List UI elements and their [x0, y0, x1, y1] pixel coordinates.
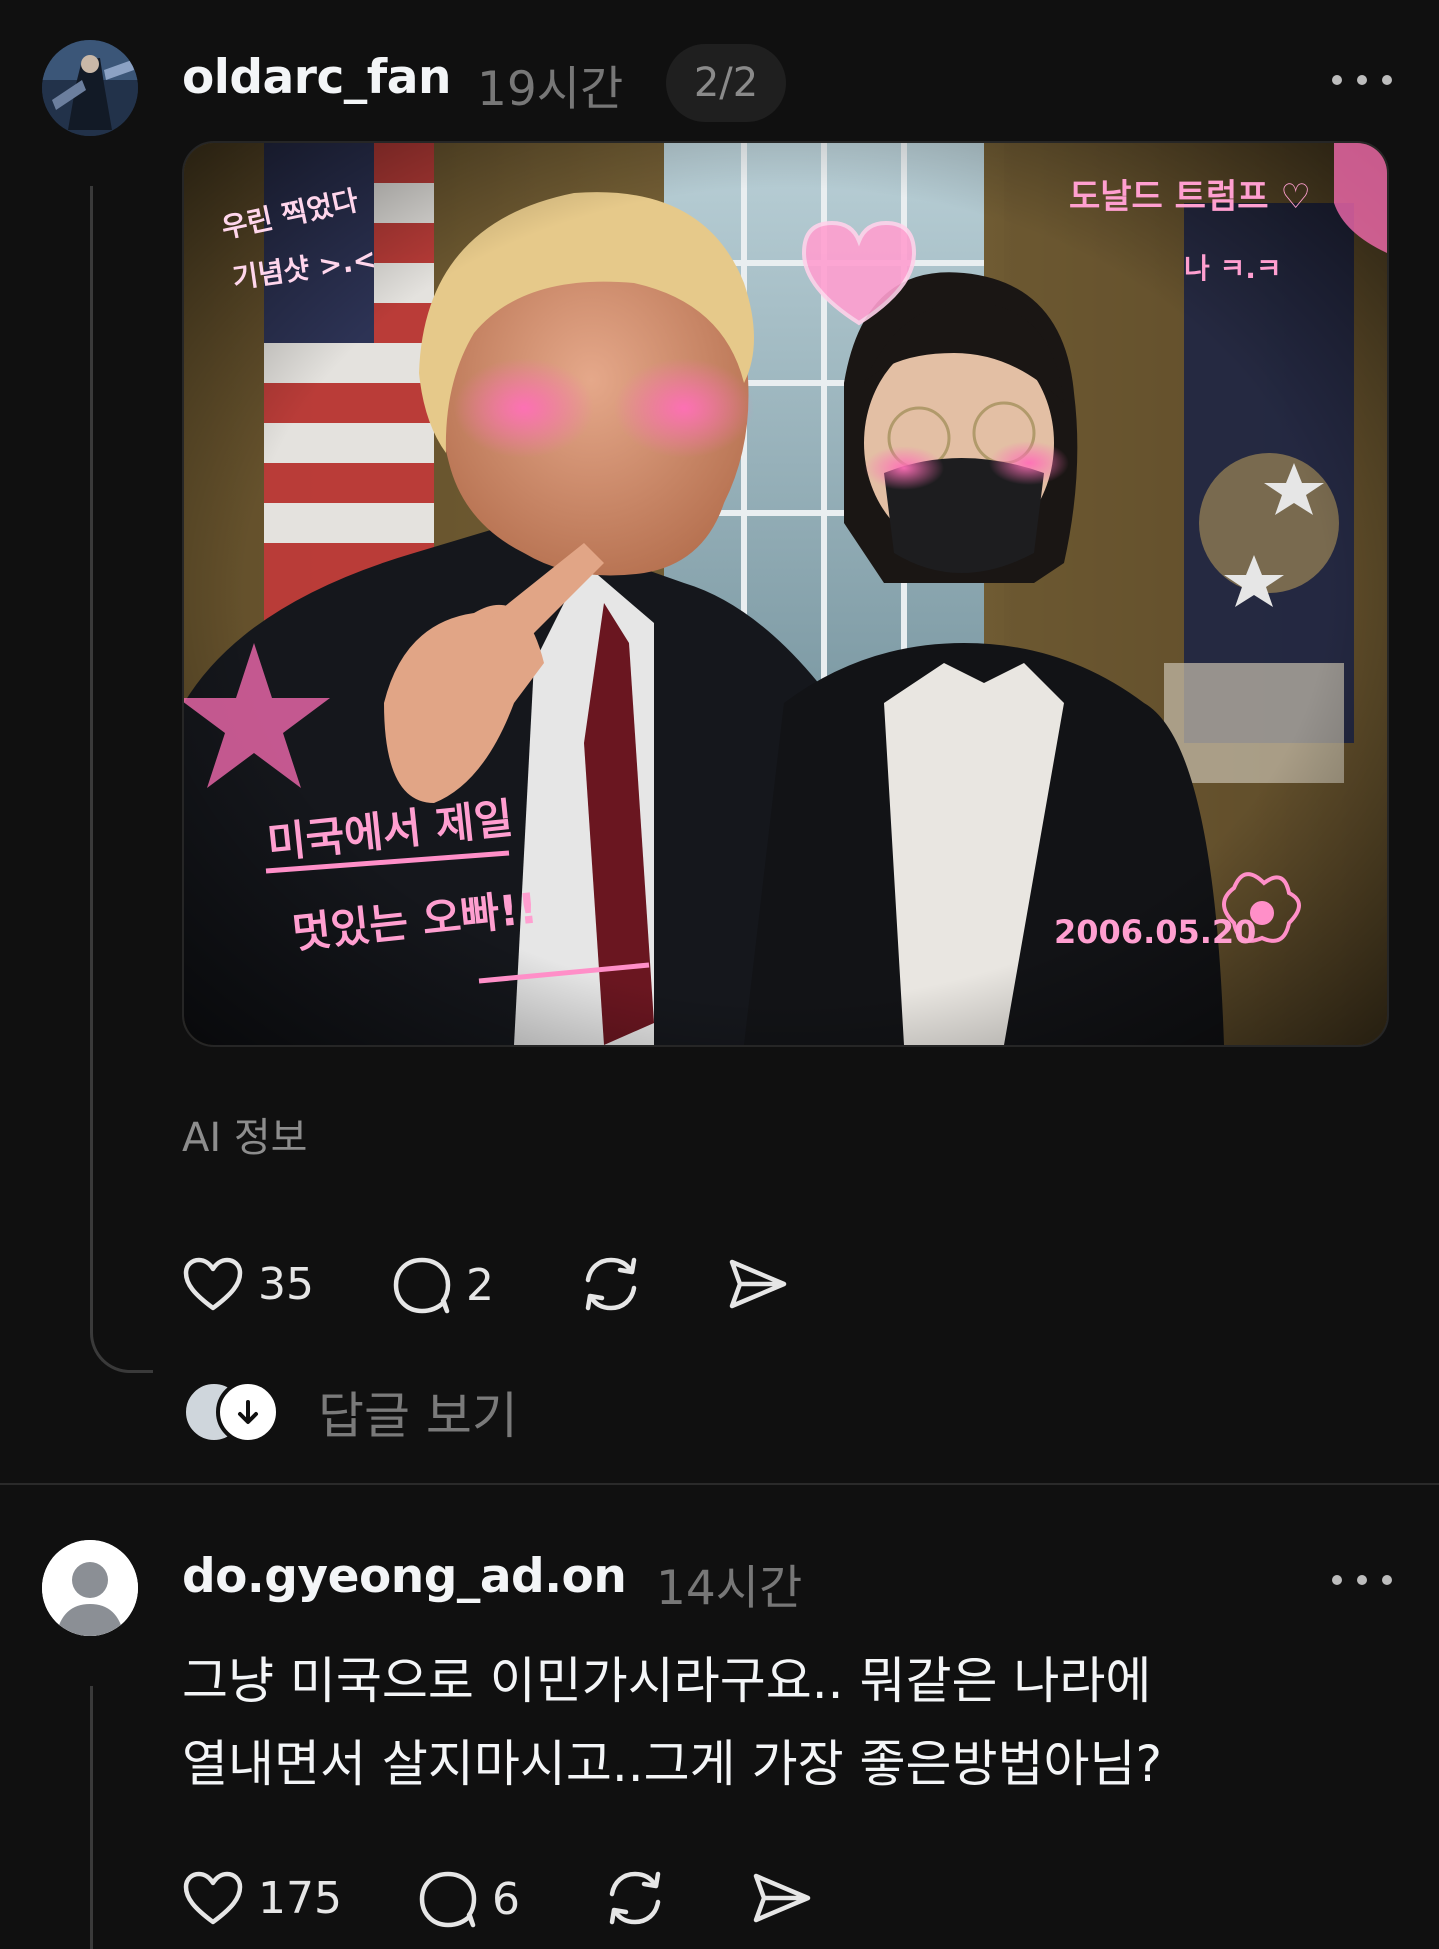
- arrow-down-icon: [216, 1380, 280, 1444]
- repost-icon: [585, 1257, 637, 1311]
- post-time: 19시간: [477, 62, 624, 117]
- ai-info-label[interactable]: AI 정보: [182, 1105, 307, 1163]
- like-button[interactable]: 35: [182, 1256, 314, 1312]
- post-image[interactable]: 우린 찍었다 기념샷 >.< 도날드 트럼프 ♡ 나 ㅋ.ㅋ 미국에서 제일 멋…: [182, 141, 1389, 1047]
- like-count: 175: [258, 1872, 342, 1924]
- author-avatar-default[interactable]: [42, 1540, 138, 1636]
- more-options-icon[interactable]: [1332, 1570, 1392, 1590]
- heart-icon: [183, 1257, 243, 1311]
- share-send-icon: [729, 1259, 787, 1309]
- share-button[interactable]: [752, 1870, 812, 1930]
- post-username[interactable]: oldarc_fan: [182, 50, 451, 105]
- post-text-line: 그냥 미국으로 이민가시라구요.. 뭐같은 나라에: [182, 1652, 1152, 1710]
- post-text-line: 열내면서 살지마시고..그게 가장 좋은방법아님?: [182, 1735, 1163, 1793]
- author-avatar[interactable]: [42, 40, 138, 136]
- comment-bubble-icon: [393, 1257, 451, 1314]
- heart-icon: [183, 1871, 243, 1925]
- carousel-pager-badge: 2/2: [666, 44, 786, 122]
- post-time: 14시간: [656, 1561, 803, 1616]
- post-username[interactable]: do.gyeong_ad.on: [182, 1549, 627, 1604]
- like-button[interactable]: 175: [182, 1870, 342, 1926]
- thread-line: [90, 186, 93, 1322]
- post-divider: [0, 1483, 1439, 1485]
- see-replies-label[interactable]: 답글 보기: [318, 1376, 518, 1448]
- thread-line: [90, 1686, 93, 1949]
- repost-button[interactable]: [580, 1254, 642, 1318]
- comment-button[interactable]: 2: [392, 1256, 494, 1314]
- thread-curve: [90, 1320, 153, 1373]
- comment-count: 2: [466, 1259, 494, 1311]
- share-button[interactable]: [728, 1256, 788, 1316]
- repost-button[interactable]: [604, 1868, 666, 1932]
- more-options-icon[interactable]: [1332, 70, 1392, 90]
- sticker-date: 2006.05.20: [1054, 913, 1256, 951]
- post-text: 그냥 미국으로 이민가시라구요.. 뭐같은 나라에 열내면서 살지마시고..그게…: [182, 1640, 1382, 1806]
- sticker-text-3: 도날드 트럼프 ♡: [1069, 177, 1311, 217]
- sticker-text-4: 나 ㅋ.ㅋ: [1184, 252, 1282, 285]
- comment-count: 6: [492, 1873, 520, 1925]
- share-send-icon: [753, 1873, 811, 1923]
- see-replies-row[interactable]: 답글 보기: [182, 1376, 518, 1448]
- comment-bubble-icon: [419, 1871, 477, 1928]
- comment-button[interactable]: 6: [418, 1870, 520, 1928]
- repost-icon: [609, 1871, 661, 1925]
- like-count: 35: [258, 1258, 314, 1310]
